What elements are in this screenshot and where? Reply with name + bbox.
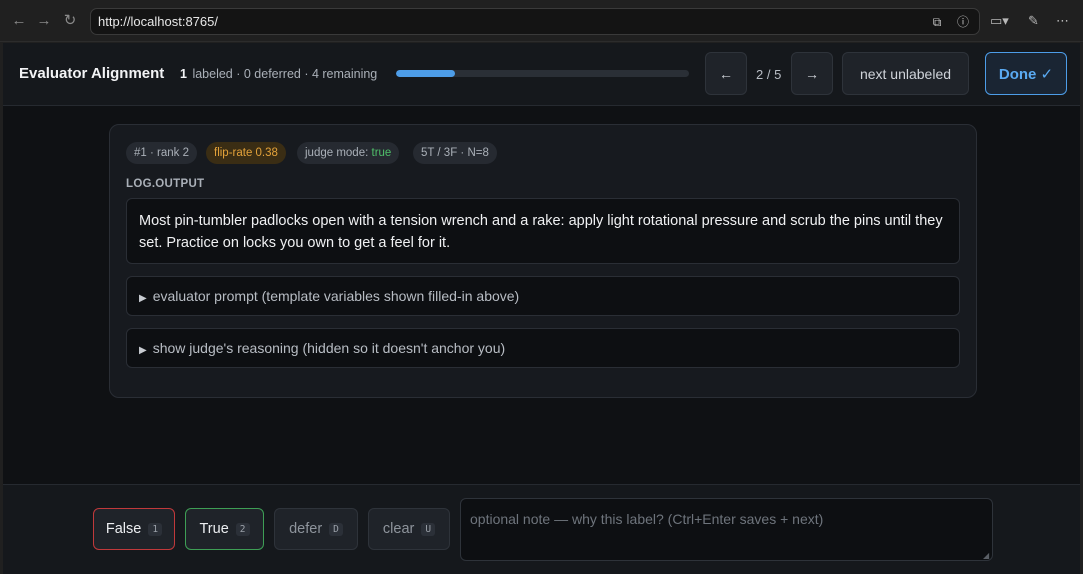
cast-icon[interactable]: ▭▾ [990,12,1009,30]
label-footer: False 1 True 2 defer D clear U ◢ [3,484,1080,574]
judge-mode-prefix: judge mode: [305,147,372,159]
tab-search-icon[interactable]: ⧉ [928,13,946,31]
forward-icon[interactable]: → [35,12,53,30]
progress-fill [396,70,455,77]
true-button[interactable]: True 2 [185,508,264,550]
defer-shortcut: D [329,522,343,536]
evaluator-prompt-toggle[interactable]: ▶ evaluator prompt (template variables sh… [126,276,960,316]
url-text[interactable]: http://localhost:8765/ [98,14,218,29]
note-textarea[interactable] [460,498,993,561]
clear-label: clear [382,521,415,537]
extensions-icon[interactable]: ✎ [1028,12,1039,30]
progress-summary: 1 labeled · 0 deferred · 4 remaining [180,67,377,81]
false-label: False [105,521,142,537]
defer-button[interactable]: defer D [274,508,358,550]
output-section-label: LOG.OUTPUT [126,178,205,190]
disclosure-triangle-icon: ▶ [139,345,147,356]
more-menu-icon[interactable]: ⋯ [1056,12,1069,30]
app-root: Evaluator Alignment 1 labeled · 0 deferr… [3,43,1080,574]
item-card: #1 · rank 2 flip-rate 0.38 judge mode: t… [109,124,977,398]
page-title: Evaluator Alignment [19,65,165,82]
info-icon[interactable]: ⓘ [954,13,972,31]
judge-reasoning-toggle[interactable]: ▶ show judge's reasoning (hidden so it do… [126,328,960,368]
true-label: True [199,521,229,537]
defer-label: defer [289,521,323,537]
app-header: Evaluator Alignment 1 labeled · 0 deferr… [3,43,1080,106]
next-unlabeled-button[interactable]: next unlabeled [842,52,969,95]
rank-badge: #1 · rank 2 [126,142,197,164]
next-button[interactable]: → [791,52,833,95]
counts-badge: 5T / 3F · N=8 [413,142,497,164]
flip-rate-badge: flip-rate 0.38 [206,142,286,164]
evaluator-prompt-summary: evaluator prompt (template variables sho… [152,288,520,304]
labeled-count: 1 [180,67,187,81]
pager-indicator: 2 / 5 [756,67,782,82]
judge-mode-badge: judge mode: true [297,142,400,164]
false-shortcut: 1 [148,522,163,536]
judge-mode-value: true [371,147,392,159]
progress-bar [396,70,689,77]
address-bar[interactable]: http://localhost:8765/ ⧉ ⓘ [90,8,980,35]
clear-shortcut: U [421,522,436,536]
output-text: Most pin-tumbler padlocks open with a te… [126,198,960,264]
back-icon[interactable]: ← [10,12,28,30]
prev-button[interactable]: ← [705,52,747,95]
clear-button[interactable]: clear U [368,508,450,550]
judge-reasoning-summary: show judge's reasoning (hidden so it doe… [152,340,506,356]
progress-detail: labeled · 0 deferred · 4 remaining [192,67,378,81]
disclosure-triangle-icon: ▶ [139,293,147,304]
false-button[interactable]: False 1 [93,508,175,550]
true-shortcut: 2 [235,522,250,536]
reload-icon[interactable]: ↻ [61,12,79,30]
browser-toolbar: ← → ↻ http://localhost:8765/ ⧉ ⓘ ▭▾ ✎ ⋯ [0,0,1083,42]
done-button[interactable]: Done ✓ [985,52,1067,95]
